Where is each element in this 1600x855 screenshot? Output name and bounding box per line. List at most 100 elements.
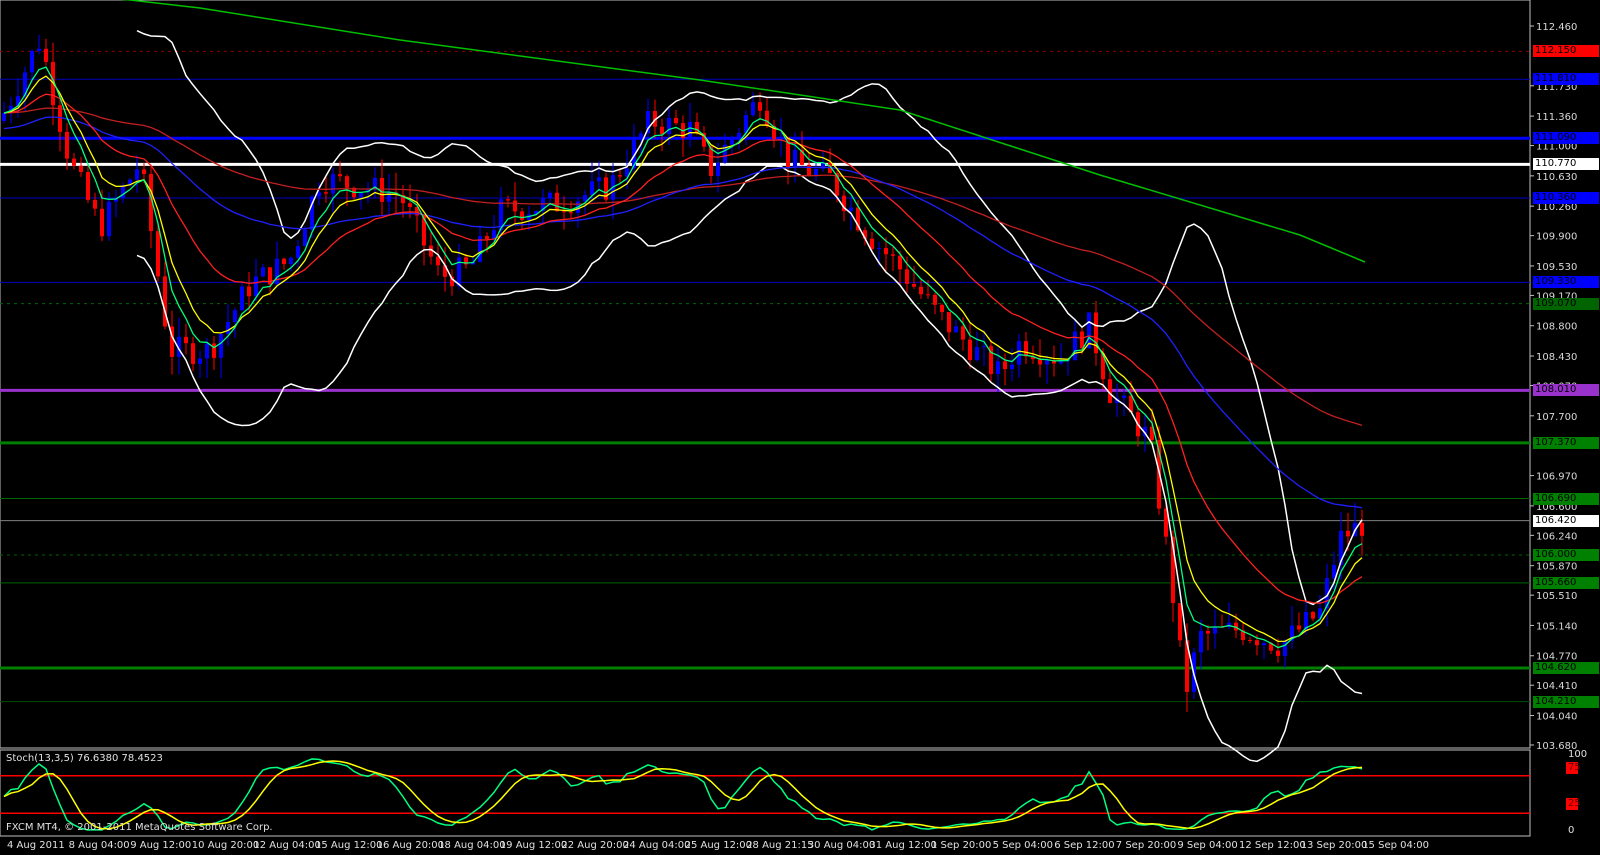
candle-body — [618, 175, 622, 177]
candle-body — [2, 113, 6, 121]
candle-body — [44, 48, 48, 62]
price-level-tag: 104.210 — [1533, 695, 1599, 708]
bollinger-upper-band — [136, 30, 1363, 606]
candle-body — [1276, 650, 1280, 656]
candle-body — [905, 269, 909, 285]
candle-body — [660, 126, 664, 135]
price-tick-label: 108.430 — [1536, 352, 1577, 363]
candle-body — [37, 48, 41, 51]
candle-body — [254, 276, 258, 297]
candle-body — [359, 192, 363, 198]
candle-body — [730, 138, 734, 145]
candle-body — [1080, 331, 1084, 349]
candle-body — [338, 174, 342, 177]
candle-body — [751, 102, 755, 116]
price-level-tag: 105.660 — [1533, 576, 1599, 589]
time-label: 12 Aug 04:00 — [253, 840, 321, 851]
candle-body — [240, 286, 244, 311]
candle-body — [688, 121, 692, 139]
candle-body — [219, 333, 223, 358]
time-label: 18 Aug 04:00 — [438, 840, 506, 851]
candle-body — [709, 146, 713, 176]
time-label: 7 Sep 20:00 — [1115, 840, 1177, 851]
candle-body — [597, 177, 601, 182]
candle-body — [961, 326, 965, 340]
candle-body — [877, 247, 881, 249]
candle-body — [807, 164, 811, 176]
candle-body — [758, 102, 762, 111]
candle-body — [884, 247, 888, 255]
chart-window[interactable]: 112.460 111.730 111.360 111.000 110.630 110.2… — [0, 0, 1600, 855]
price-level-tag: 104.620 — [1533, 662, 1599, 675]
candle-body — [562, 211, 566, 213]
candle-body — [1024, 341, 1028, 357]
candle-body — [247, 286, 251, 297]
time-label: 24 Aug 04:00 — [623, 840, 691, 851]
candle-body — [947, 312, 951, 333]
candle-body — [79, 165, 83, 173]
time-label: 8 Aug 04:00 — [68, 840, 130, 851]
candle-body — [261, 267, 265, 277]
time-label: 16 Aug 20:00 — [376, 840, 445, 851]
candle-body — [590, 181, 594, 195]
price-tick-label: 105.510 — [1536, 591, 1577, 602]
candle-body — [156, 231, 160, 277]
candle-body — [142, 169, 146, 175]
candle-body — [870, 238, 874, 249]
candle-body — [408, 203, 412, 207]
candle-body — [100, 208, 104, 237]
candle-body — [779, 137, 783, 139]
candle-body — [513, 200, 517, 212]
stoch-tick-0: 0 — [1568, 825, 1575, 836]
stoch-signal-line — [3, 760, 1363, 830]
candle-body — [926, 294, 930, 296]
candle-body — [345, 176, 349, 188]
time-label: 10 Aug 20:00 — [191, 840, 260, 851]
time-label: 12 Sep 12:00 — [1239, 840, 1306, 851]
candle-body — [485, 236, 489, 240]
candle-body — [331, 174, 335, 194]
candle-body — [940, 304, 944, 313]
candle-body — [765, 110, 769, 126]
candle-body — [135, 169, 139, 180]
candle-body — [1199, 630, 1203, 653]
price-tick-label: 110.630 — [1536, 172, 1577, 183]
candle-body — [72, 158, 76, 166]
candle-body — [1045, 360, 1049, 365]
candle-body — [86, 172, 90, 200]
candle-body — [569, 212, 573, 214]
time-label: 25 Aug 12:00 — [684, 840, 753, 851]
time-label: 4 Aug 2011 — [7, 840, 65, 851]
copyright-text: FXCM MT4, © 2001-2011 MetaQuotes Softwar… — [6, 822, 273, 833]
candle-body — [982, 346, 986, 348]
candle-body — [716, 162, 720, 176]
price-tick-label: 111.360 — [1536, 112, 1577, 123]
candle-body — [30, 50, 34, 73]
candle-body — [65, 131, 69, 159]
price-level-tag: 110.360 — [1533, 191, 1599, 204]
candle-body — [233, 310, 237, 323]
candle-body — [639, 133, 643, 139]
price-tick-label: 106.970 — [1536, 472, 1577, 483]
candle-body — [1283, 640, 1287, 656]
candle-body — [198, 358, 202, 364]
time-label: 22 Aug 20:00 — [561, 840, 629, 851]
price-tick-label: 109.900 — [1536, 232, 1577, 243]
candle-body — [583, 194, 587, 202]
price-level-tag: 111.810 — [1533, 73, 1599, 86]
price-chart[interactable]: 112.460111.730111.360111.000110.630110.2… — [0, 0, 1600, 855]
candle-body — [548, 192, 552, 199]
price-tick-label: 105.140 — [1536, 621, 1577, 632]
price-tick-label: 105.870 — [1536, 562, 1577, 573]
candle-body — [1248, 640, 1252, 642]
candle-body — [1073, 331, 1077, 361]
candle-body — [849, 207, 853, 212]
candle-body — [324, 192, 328, 194]
time-label: 15 Aug 12:00 — [315, 840, 383, 851]
candle-body — [737, 132, 741, 139]
time-label: 1 Sep 20:00 — [931, 840, 992, 851]
candle-body — [912, 284, 916, 287]
price-level-tag: 111.090 — [1533, 132, 1599, 145]
stoch-label: Stoch(13,3,5) 76.6380 78.4523 — [6, 753, 163, 764]
candle-body — [1311, 612, 1315, 619]
